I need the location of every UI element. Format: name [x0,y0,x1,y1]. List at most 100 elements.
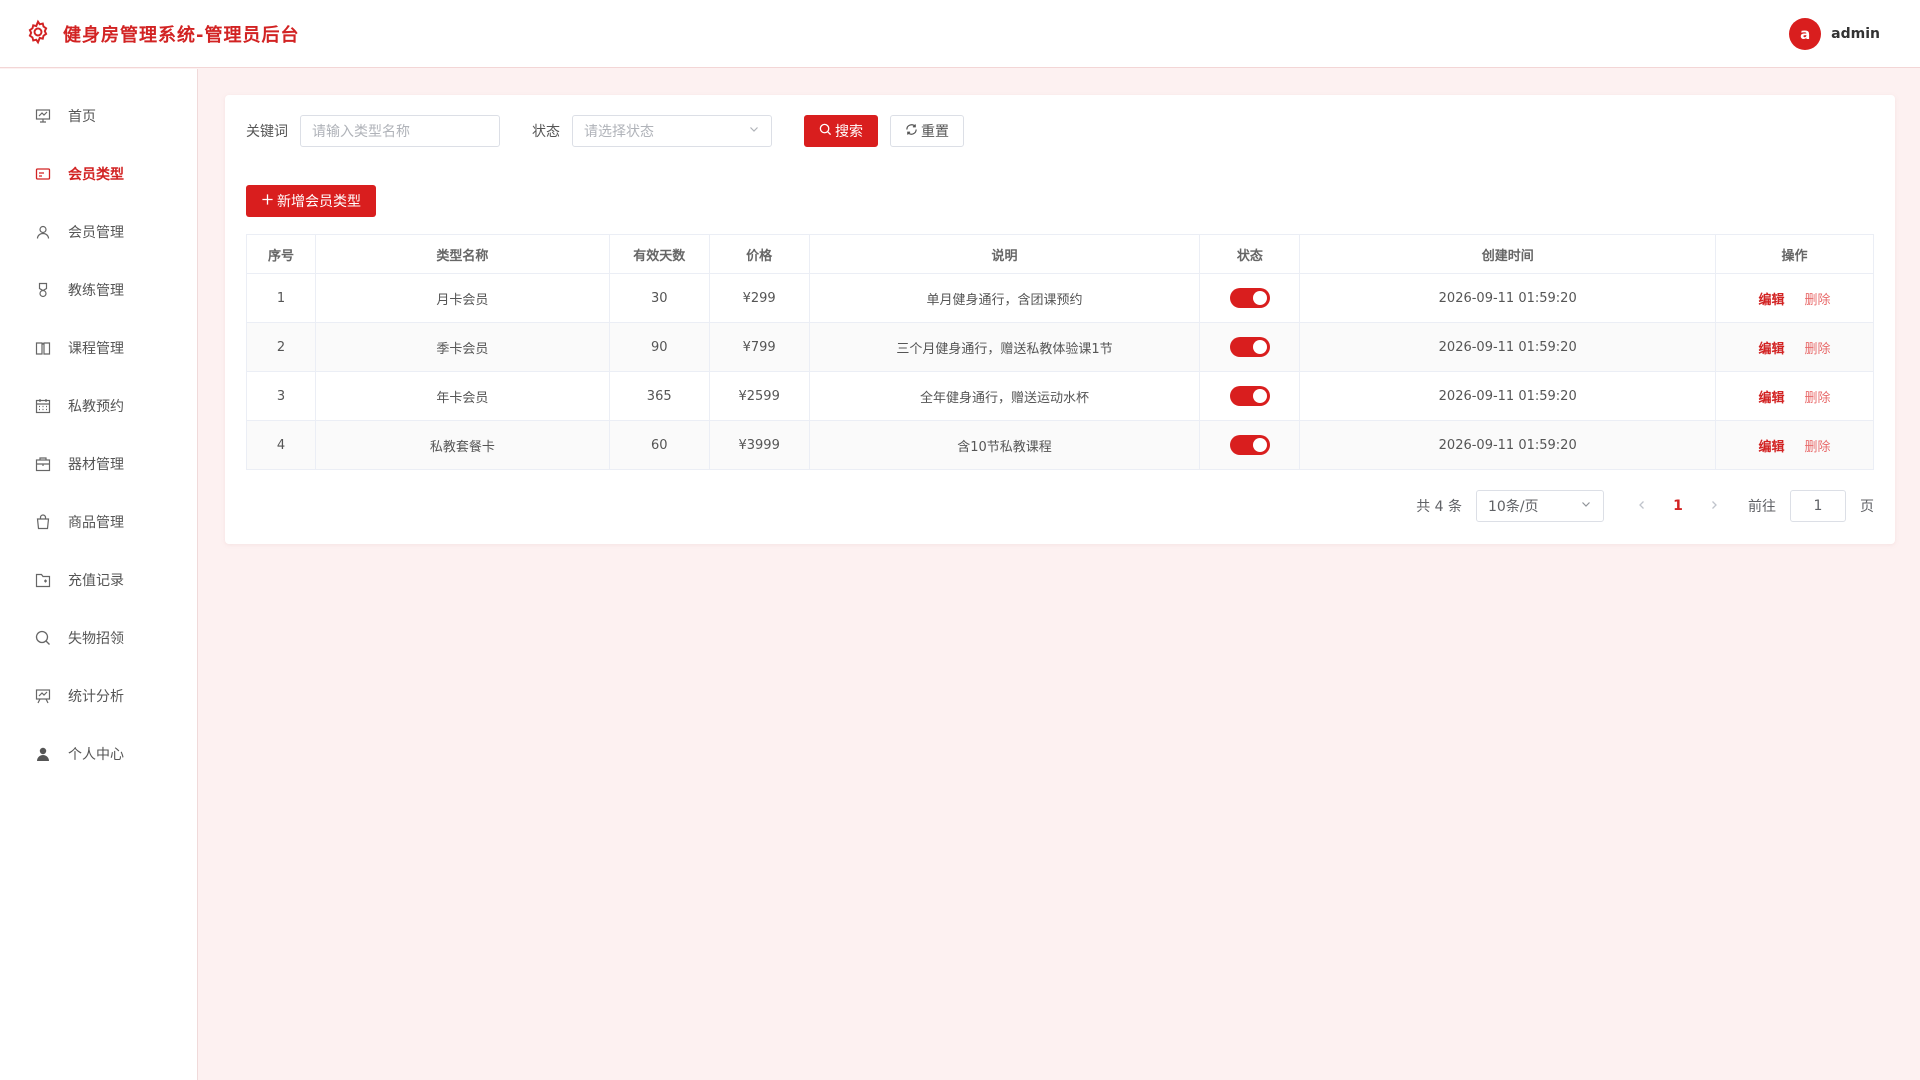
page-size-value: 10条/页 [1488,499,1539,515]
column-header: 类型名称 [314,234,610,274]
search-icon [819,123,832,140]
description: 单月健身通行，含团课预约 [808,273,1201,323]
status-switch[interactable] [1229,337,1270,357]
price: ¥2599 [708,371,810,421]
sidebar-item-members[interactable]: 会员管理 [0,203,197,261]
plus-icon [261,193,274,210]
type-name: 年卡会员 [314,371,610,421]
table-row: 4 私教套餐卡 60 ¥3999 含10节私教课程 2026-09-11 01:… [246,420,1874,470]
sidebar-item-statistics[interactable]: 统计分析 [0,667,197,725]
user-icon [34,223,52,241]
price: ¥799 [708,322,810,372]
brand: 健身房管理系统-管理员后台 [25,19,299,49]
user-menu[interactable]: a admin [1789,17,1895,50]
reset-button[interactable]: 重置 [890,115,964,147]
sidebar-item-label: 个人中心 [68,747,124,763]
sidebar-item-recharge[interactable]: 充值记录 [0,551,197,609]
column-header: 说明 [808,234,1201,274]
page-size-select[interactable]: 10条/页 [1476,490,1604,522]
status-cell [1199,420,1301,470]
status-switch[interactable] [1229,435,1270,455]
sidebar-item-equipment[interactable]: 器材管理 [0,435,197,493]
keyword-label: 关键词 [246,124,288,140]
sidebar-item-label: 教练管理 [68,283,124,299]
box-icon [34,455,52,473]
status-switch[interactable] [1229,288,1270,308]
sidebar-item-label: 商品管理 [68,515,124,531]
refresh-icon [905,123,918,140]
column-header: 价格 [708,234,810,274]
status-switch[interactable] [1229,386,1270,406]
table-row: 1 月卡会员 30 ¥299 单月健身通行，含团课预约 2026-09-11 0… [246,273,1874,323]
delete-link[interactable]: 删除 [1805,293,1831,308]
pagination: 共 4 条 10条/页 1 前往 1 页 [246,490,1874,522]
add-member-type-button[interactable]: 新增会员类型 [246,185,376,217]
status-label: 状态 [532,124,560,140]
column-header: 有效天数 [608,234,710,274]
column-header: 创建时间 [1299,234,1717,274]
status-placeholder: 请选择状态 [584,124,654,140]
sidebar-item-home[interactable]: 首页 [0,87,197,145]
goto-page-value: 1 [1813,498,1823,514]
bag-icon [34,513,52,531]
column-header: 操作 [1715,234,1874,274]
chevron-down-icon [1580,498,1592,514]
edit-link[interactable]: 编辑 [1759,391,1785,406]
person-filled-icon [34,745,52,763]
chart-board-icon [34,107,52,125]
keyword-input[interactable]: 请输入类型名称 [300,115,500,147]
type-name: 季卡会员 [314,322,610,372]
app-title: 健身房管理系统-管理员后台 [63,24,300,46]
sidebar-item-label: 充值记录 [68,573,124,589]
edit-link[interactable]: 编辑 [1759,293,1785,308]
search-button[interactable]: 搜索 [804,115,878,147]
type-name: 私教套餐卡 [314,420,610,470]
search-icon [34,629,52,647]
member-type-table: 序号 类型名称 有效天数 价格 说明 状态 创建时间 操作 1 月卡会员 30 … [246,234,1874,470]
delete-link[interactable]: 删除 [1805,342,1831,357]
delete-link[interactable]: 删除 [1805,440,1831,455]
top-header: 健身房管理系统-管理员后台 a admin [0,0,1920,68]
sidebar-item-coaches[interactable]: 教练管理 [0,261,197,319]
sidebar-item-products[interactable]: 商品管理 [0,493,197,551]
valid-days: 365 [608,371,710,421]
sidebar-item-private-booking[interactable]: 私教预约 [0,377,197,435]
valid-days: 60 [608,420,710,470]
sidebar-item-label: 器材管理 [68,457,124,473]
gear-icon [25,19,51,49]
created-time: 2026-09-11 01:59:20 [1299,273,1717,323]
status-select[interactable]: 请选择状态 [572,115,772,147]
sidebar-item-member-types[interactable]: 会员类型 [0,145,197,203]
status-cell [1199,371,1301,421]
sidebar-item-lost-found[interactable]: 失物招领 [0,609,197,667]
main-panel: 关键词 请输入类型名称 状态 请选择状态 搜索 重置 新增会员类型 序号 类型名… [225,95,1895,544]
prev-page-button[interactable] [1632,498,1652,514]
username[interactable]: admin [1831,26,1880,42]
table-header-row: 序号 类型名称 有效天数 价格 说明 状态 创建时间 操作 [246,234,1874,274]
page-number-current[interactable]: 1 [1666,498,1690,514]
sidebar-item-label: 首页 [68,109,96,125]
column-header: 序号 [246,234,316,274]
description: 全年健身通行，赠送运动水杯 [808,371,1201,421]
medal-icon [34,281,52,299]
actions-cell: 编辑 删除 [1715,322,1874,372]
created-time: 2026-09-11 01:59:20 [1299,420,1717,470]
sidebar-item-profile[interactable]: 个人中心 [0,725,197,783]
row-index: 2 [246,322,316,372]
card-icon [34,165,52,183]
sidebar-item-label: 课程管理 [68,341,124,357]
description: 三个月健身通行，赠送私教体验课1节 [808,322,1201,372]
column-header: 状态 [1199,234,1301,274]
sidebar-item-courses[interactable]: 课程管理 [0,319,197,377]
next-page-button[interactable] [1704,498,1724,514]
edit-link[interactable]: 编辑 [1759,440,1785,455]
row-index: 1 [246,273,316,323]
avatar[interactable]: a [1789,17,1822,50]
book-icon [34,339,52,357]
sidebar-item-label: 会员类型 [68,167,124,183]
description: 含10节私教课程 [808,420,1201,470]
edit-link[interactable]: 编辑 [1759,342,1785,357]
goto-page-input[interactable]: 1 [1790,490,1846,522]
calendar-icon [34,397,52,415]
delete-link[interactable]: 删除 [1805,391,1831,406]
